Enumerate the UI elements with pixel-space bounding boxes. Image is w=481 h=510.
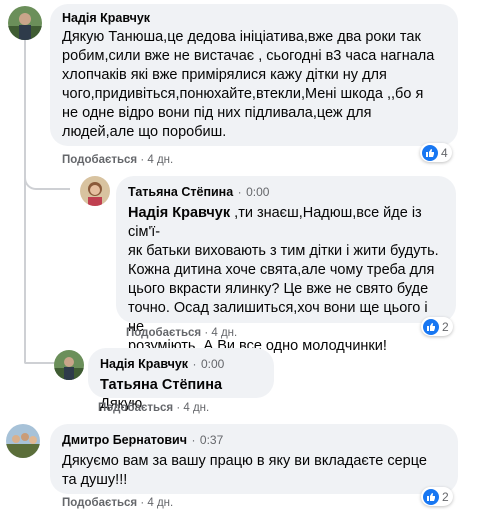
comment-author[interactable]: Надія Кравчук (62, 11, 446, 25)
comment-age[interactable]: 4 дн. (211, 327, 237, 339)
comment-bubble: Надія Кравчук Дякую Танюша,це дедова іні… (50, 4, 458, 146)
comment-text: Дякую Танюша,це дедова ініціатива,вже дв… (62, 29, 435, 140)
thread-line (24, 40, 26, 188)
reaction-count[interactable]: 4 (420, 143, 452, 162)
like-icon (422, 144, 438, 161)
like-button[interactable]: Подобається (62, 497, 137, 509)
avatar[interactable] (54, 350, 84, 380)
video-timestamp[interactable]: 0:00 (246, 185, 269, 199)
comment-actions: Подобається · 4 дн. (62, 154, 174, 166)
comment-actions: Подобається · 4 дн. (98, 402, 210, 414)
avatar[interactable] (8, 6, 42, 40)
like-icon (423, 318, 439, 335)
video-timestamp[interactable]: 0:37 (200, 433, 223, 447)
comment-actions: Подобається · 4 дн. (126, 327, 238, 339)
comment-bubble: Дмитро Бернатович · 0:37 Дякуємо вам за … (50, 424, 458, 494)
video-timestamp[interactable]: 0:00 (201, 357, 224, 371)
thread-line (24, 188, 26, 363)
comment-text: Дякуємо вам за вашу працю в яку ви вклад… (62, 453, 427, 488)
comment-age[interactable]: 4 дн. (147, 497, 173, 509)
mention-link[interactable]: Надія Кравчук (128, 205, 230, 221)
comment-age[interactable]: 4 дн. (147, 154, 173, 166)
comment-author[interactable]: Надія Кравчук (100, 357, 188, 371)
comment-age[interactable]: 4 дн. (183, 402, 209, 414)
mention-link[interactable]: Татьяна Стёпина (100, 377, 222, 393)
avatar[interactable] (6, 424, 40, 458)
like-icon (423, 488, 439, 505)
thread-curve (24, 172, 70, 190)
like-button[interactable]: Подобається (62, 154, 137, 166)
comment-author[interactable]: Татьяна Стёпина (128, 185, 233, 199)
comment-actions: Подобається · 4 дн. (62, 497, 174, 509)
reaction-count[interactable]: 2 (421, 317, 453, 336)
comment-author[interactable]: Дмитро Бернатович (62, 433, 187, 447)
like-button[interactable]: Подобається (98, 402, 173, 414)
reaction-count[interactable]: 2 (421, 487, 453, 506)
comment-bubble: Надія Кравчук · 0:00 Татьяна Стёпина Дяк… (88, 348, 274, 412)
comment-bubble: Татьяна Стёпина · 0:00 Надія Кравчук ,ти… (116, 176, 456, 354)
like-button[interactable]: Подобається (126, 327, 201, 339)
